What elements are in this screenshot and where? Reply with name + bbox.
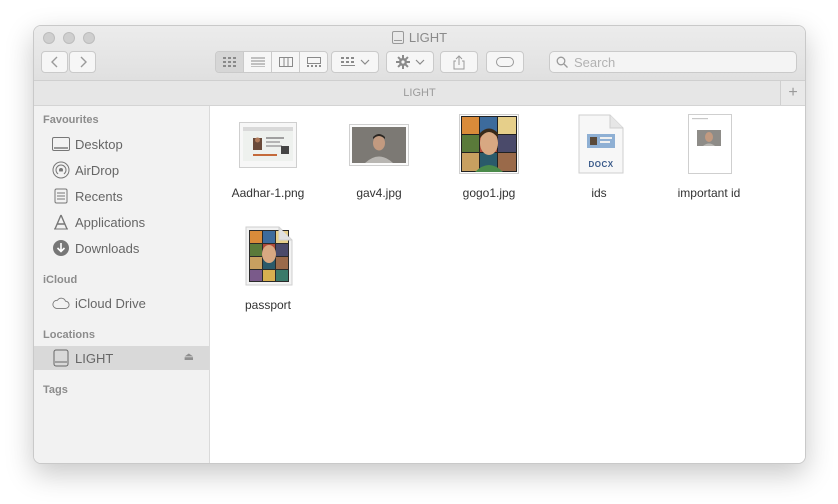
file-name: passport [244,298,292,312]
file-item-ids[interactable]: DOCX ids [544,106,654,216]
drive-icon [391,31,404,44]
group-grid-icon [340,57,355,66]
path-bar: LIGHT + [34,81,805,106]
chevron-down-icon [360,59,369,65]
file-name: important id [677,186,741,200]
path-bar-label: LIGHT [403,87,436,99]
file-item-passport[interactable]: passport [213,218,323,328]
back-button[interactable] [41,51,68,73]
eject-icon[interactable]: ⏏ [184,350,194,363]
document-thumbnail [245,226,293,286]
window-title-label: LIGHT [408,30,448,45]
sidebar-item-label: Desktop [75,136,123,152]
sidebar-item-downloads[interactable]: Downloads [34,236,209,260]
sidebar-section-favourites: Favourites [43,114,99,126]
sidebar-section-icloud: iCloud [43,274,78,286]
sidebar-item-label: Recents [75,188,123,204]
grid-icon [222,57,236,67]
view-mode-selector [215,51,328,73]
share-icon [453,54,465,69]
image-thumbnail [459,114,519,174]
list-view-button[interactable] [244,52,272,72]
window-title: LIGHT [34,28,805,48]
drive-icon [52,349,70,367]
file-item-important-id[interactable]: important id [654,106,764,216]
search-field[interactable] [549,51,797,73]
file-name: gogo1.jpg [462,186,516,200]
share-button[interactable] [440,51,478,73]
document-thumbnail: DOCX [578,114,624,174]
sidebar-item-label: Downloads [75,240,140,256]
file-item-gav4[interactable]: gav4.jpg [324,106,434,216]
applications-icon [52,213,70,231]
columns-icon [278,57,293,67]
gear-icon [395,55,410,69]
edit-tags-button[interactable] [486,51,524,73]
sidebar-item-applications[interactable]: Applications [34,210,209,234]
file-item-gogo1[interactable]: gogo1.jpg [434,106,544,216]
file-name: ids [591,186,607,200]
file-browser-content: Aadhar-1.png gav4.jpg gogo1.jpg DOCX ids… [210,106,805,463]
search-input[interactable] [572,53,776,71]
finder-window: LIGHT Search LIGHT + Favourites Desktop … [33,25,806,464]
add-tab-button[interactable]: + [780,81,805,105]
action-menu-button[interactable] [386,51,434,73]
toolbar: LIGHT [34,26,805,81]
file-item-aadhar[interactable]: Aadhar-1.png [213,106,323,216]
forward-button[interactable] [69,51,96,73]
cloud-icon [52,294,70,312]
recents-icon [52,187,70,205]
gallery-view-button[interactable] [300,52,327,72]
image-thumbnail [239,122,297,168]
group-by-button[interactable] [331,51,379,73]
sidebar-item-light[interactable]: LIGHT ⏏ [34,346,209,370]
document-thumbnail [688,114,732,174]
icon-view-button[interactable] [216,52,244,72]
sidebar-section-tags: Tags [43,384,68,396]
sidebar-item-label: AirDrop [75,162,120,178]
sidebar-item-recents[interactable]: Recents [34,184,209,208]
image-thumbnail [349,124,409,166]
chevron-right-icon [80,56,87,68]
chevron-left-icon [50,56,57,68]
desktop-icon [52,135,70,153]
sidebar-item-label: LIGHT [75,350,114,366]
airdrop-icon [52,161,70,179]
gallery-icon [306,57,321,67]
chevron-down-icon [415,59,424,65]
downloads-icon [52,239,70,257]
file-name: Aadhar-1.png [231,186,305,200]
search-icon [556,56,568,68]
tag-icon [496,57,514,67]
sidebar: Favourites Desktop AirDrop Recents Appli… [34,106,210,463]
list-icon [250,57,265,67]
docx-badge: DOCX [588,160,614,169]
sidebar-item-desktop[interactable]: Desktop [34,132,209,156]
sidebar-item-icloud-drive[interactable]: iCloud Drive [34,291,209,315]
sidebar-section-locations: Locations [43,329,95,341]
column-view-button[interactable] [272,52,300,72]
sidebar-item-label: iCloud Drive [75,295,146,311]
sidebar-item-label: Applications [75,214,146,230]
file-name: gav4.jpg [356,186,402,200]
sidebar-item-airdrop[interactable]: AirDrop [34,158,209,182]
